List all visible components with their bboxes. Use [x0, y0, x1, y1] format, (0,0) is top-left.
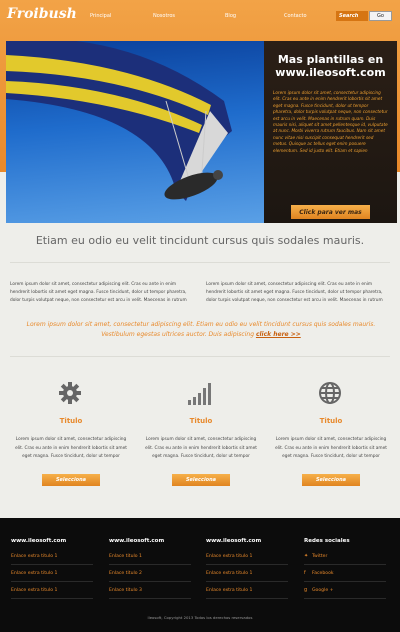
footer-link[interactable]: Enlace titulo 3	[109, 582, 191, 599]
click-here-link[interactable]: click here >>	[256, 331, 301, 338]
social-label: Twitter	[312, 554, 328, 559]
divider	[10, 356, 390, 357]
footer-link[interactable]: Enlace titulo 1	[109, 548, 191, 565]
hero-text-panel: Mas plantillas en www.ileosoft.com Lorem…	[264, 41, 397, 223]
footer-column: www.ileosoft.com Enlace titulo 1 Enlace …	[109, 538, 191, 599]
footer: www.ileosoft.com Enlace extra titulo 1 E…	[0, 518, 400, 632]
feature-text: Lorem ipsum dolor sit amet, consectetur …	[145, 437, 257, 460]
hero-description: Lorem ipsum dolor sit amet, consectetur …	[273, 90, 388, 153]
tagline: Etiam eu odio eu velit tincidunt cursus …	[35, 234, 365, 247]
select-button[interactable]: Selecciona	[42, 474, 100, 486]
footer-column-title: www.ileosoft.com	[109, 538, 165, 544]
globe-icon	[319, 382, 341, 404]
footer-link[interactable]: Enlace titulo 2	[109, 565, 191, 582]
select-button[interactable]: Selecciona	[302, 474, 360, 486]
nav-item-nosotros[interactable]: Nosotros	[153, 13, 175, 19]
feature-title: Titulo	[59, 417, 83, 425]
social-title: Redes sociales	[304, 538, 350, 544]
hero-title: Mas plantillas en www.ileosoft.com	[275, 53, 386, 79]
social-label: Google +	[312, 588, 334, 593]
footer-link[interactable]: Enlace extra titulo 1	[11, 582, 93, 599]
social-column: Redes sociales ✦ Twitter f Facebook g Googl…	[304, 538, 386, 599]
hero-more-button[interactable]: Click para ver mas	[291, 205, 370, 219]
search-box: Go	[336, 11, 392, 21]
highlight-quote: Lorem ipsum dolor sit amet, consectetur …	[10, 320, 392, 340]
google-plus-icon: g	[304, 587, 308, 593]
feature-text: Lorem ipsum dolor sit amet, consectetur …	[15, 437, 127, 460]
intro-left-text: Lorem ipsum dolor sit amet, consectetur …	[10, 282, 187, 304]
feature-text: Lorem ipsum dolor sit amet, consectetur …	[275, 437, 387, 460]
gear-icon	[59, 382, 81, 404]
twitter-link[interactable]: ✦ Twitter	[304, 548, 386, 565]
footer-column: www.ileosoft.com Enlace extra titulo 1 E…	[206, 538, 288, 599]
go-button[interactable]: Go	[369, 11, 392, 21]
footer-column-title: www.ileosoft.com	[206, 538, 262, 544]
search-input[interactable]	[336, 11, 368, 21]
divider	[10, 262, 390, 263]
footer-column-title: www.ileosoft.com	[11, 538, 67, 544]
hero-banner: Mas plantillas en www.ileosoft.com Lorem…	[6, 41, 397, 223]
facebook-link[interactable]: f Facebook	[304, 565, 386, 582]
nav-item-contacto[interactable]: Contacto	[284, 13, 307, 19]
social-label: Facebook	[312, 571, 334, 576]
select-button[interactable]: Selecciona	[172, 474, 230, 486]
feature-title: Titulo	[189, 417, 213, 425]
footer-link[interactable]: Enlace extra titulo 1	[11, 565, 93, 582]
feature-title: Titulo	[319, 417, 343, 425]
twitter-icon: ✦	[304, 553, 309, 559]
footer-link[interactable]: Enlace extra titulo 1	[206, 565, 288, 582]
signal-bars-icon	[188, 383, 211, 405]
footer-link[interactable]: Enlace extra titulo 1	[206, 548, 288, 565]
facebook-icon: f	[304, 570, 306, 576]
footer-column: www.ileosoft.com Enlace extra titulo 1 E…	[11, 538, 93, 599]
footer-link[interactable]: Enlace extra titulo 1	[206, 582, 288, 599]
nav-item-principal[interactable]: Principal	[90, 13, 111, 19]
footer-link[interactable]: Enlace extra titulo 1	[11, 548, 93, 565]
intro-right-text: Lorem ipsum dolor sit amet, consectetur …	[206, 282, 383, 304]
google-plus-link[interactable]: g Google +	[304, 582, 386, 599]
nav-item-blog[interactable]: Blog	[225, 13, 236, 19]
hang-glider-image	[6, 41, 264, 223]
logo[interactable]: Froibush	[7, 6, 77, 22]
quote-text: Lorem ipsum dolor sit amet, consectetur …	[26, 321, 376, 338]
copyright-text: Ileosoft, Copyright 2013 Todos los derec…	[147, 615, 253, 620]
